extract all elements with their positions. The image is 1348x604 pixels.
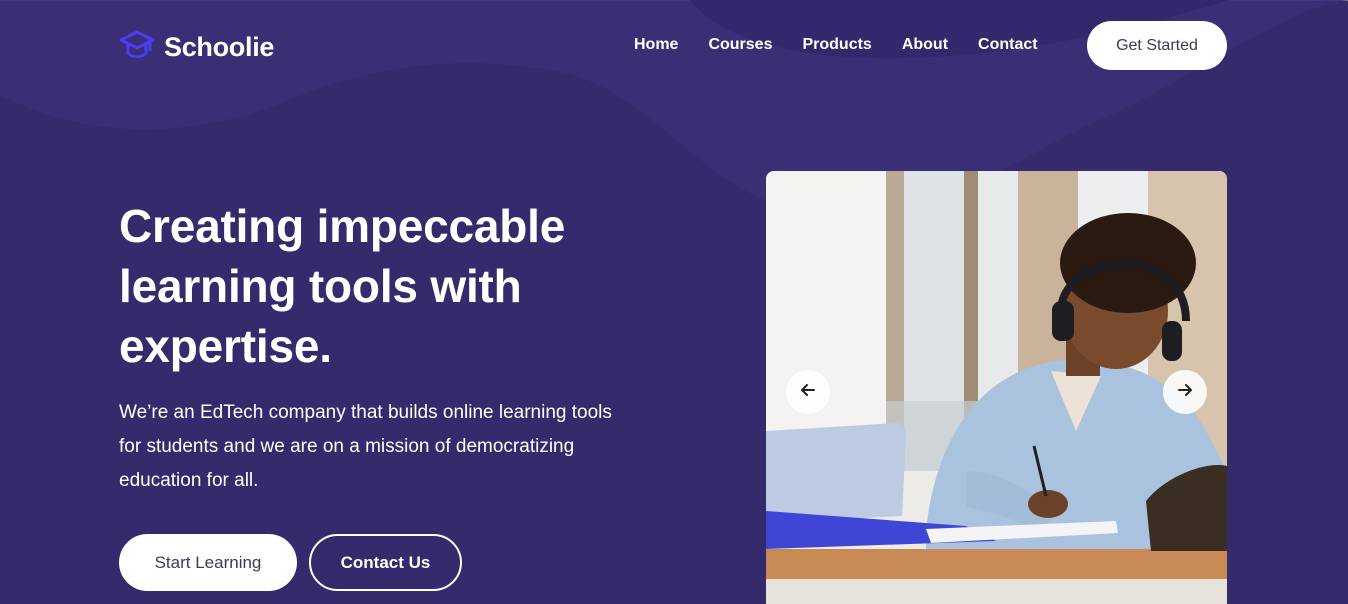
get-started-button[interactable]: Get Started	[1087, 21, 1227, 70]
hero-description: We’re an EdTech company that builds onli…	[119, 402, 612, 491]
nav-products[interactable]: Products	[802, 35, 871, 55]
carousel-next-button[interactable]	[1163, 370, 1207, 414]
brand-logo[interactable]: Schoolie	[119, 28, 274, 67]
arrow-left-icon	[799, 381, 817, 404]
hero-title: Creating impeccable learning tools with …	[119, 200, 566, 372]
hero-image-student	[766, 171, 1227, 604]
nav-contact[interactable]: Contact	[978, 35, 1038, 55]
nav-home[interactable]: Home	[634, 35, 678, 55]
nav-courses[interactable]: Courses	[708, 35, 772, 55]
main-nav: Home Courses Products About Contact	[634, 35, 1038, 55]
brand-name: Schoolie	[164, 32, 275, 62]
carousel-prev-button[interactable]	[786, 370, 830, 414]
graduation-cap-icon	[119, 28, 155, 67]
nav-about[interactable]: About	[902, 35, 948, 55]
contact-us-button[interactable]: Contact Us	[309, 534, 462, 591]
start-learning-button[interactable]: Start Learning	[119, 534, 297, 591]
arrow-right-icon	[1176, 381, 1194, 404]
